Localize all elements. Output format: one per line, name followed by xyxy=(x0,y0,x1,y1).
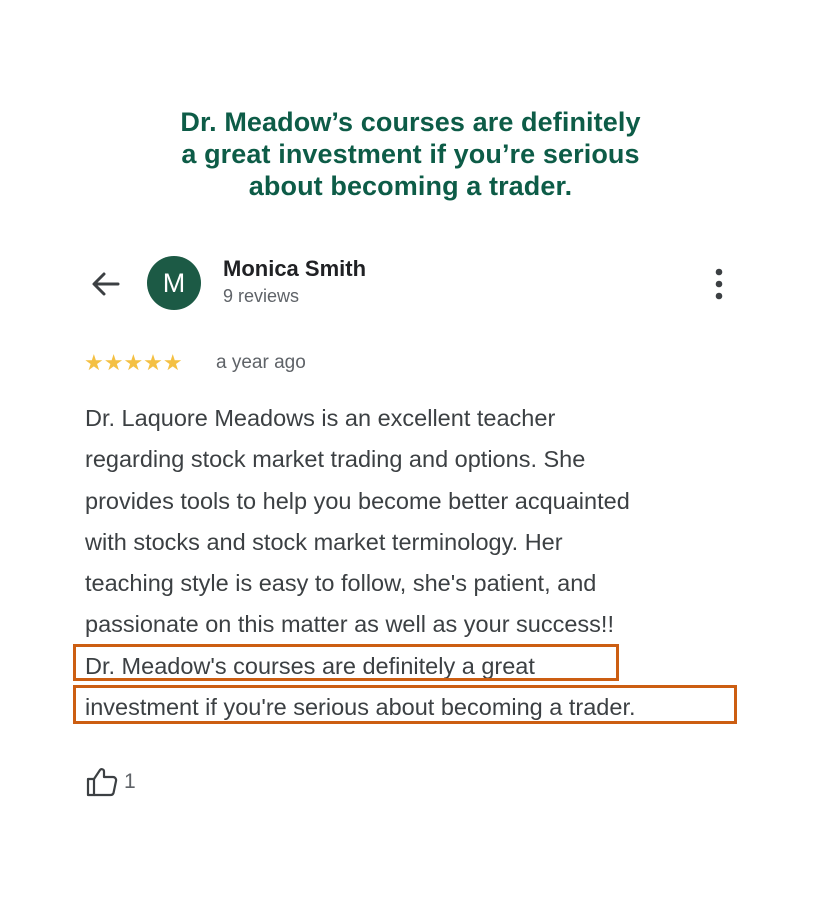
headline-line: about becoming a trader. xyxy=(248,171,573,201)
arrow-left-icon xyxy=(92,272,120,296)
thumbs-up-icon xyxy=(86,768,118,797)
highlight-box xyxy=(73,644,619,681)
avatar[interactable]: M xyxy=(147,256,201,310)
reviewer-review-count: 9 reviews xyxy=(223,286,300,306)
star-rating: ★★★★★ xyxy=(84,350,183,375)
headline-line: Dr. Meadow’s courses are definitely xyxy=(180,107,641,137)
like-button[interactable] xyxy=(85,766,119,798)
back-button[interactable] xyxy=(88,266,124,302)
headline-line: a great investment if you’re serious xyxy=(181,139,640,169)
review-line: Dr. Laquore Meadows is an excellent teac… xyxy=(85,405,556,431)
highlight-box xyxy=(73,685,737,724)
review-line: passionate on this matter as well as you… xyxy=(85,611,614,638)
review-line: provides tools to help you become better… xyxy=(85,487,630,514)
more-vert-icon xyxy=(715,268,723,300)
review-line: regarding stock market trading and optio… xyxy=(85,446,586,473)
more-options-button[interactable] xyxy=(706,266,732,302)
reviewer-name[interactable]: Monica Smith xyxy=(223,256,366,282)
review-date: a year ago xyxy=(216,352,306,373)
like-count: 1 xyxy=(124,770,136,793)
review-line: with stocks and stock market terminology… xyxy=(85,528,563,555)
review-line: teaching style is easy to follow, she's … xyxy=(85,570,597,597)
headline-quote: Dr. Meadow’s courses are definitely a gr… xyxy=(0,106,821,202)
